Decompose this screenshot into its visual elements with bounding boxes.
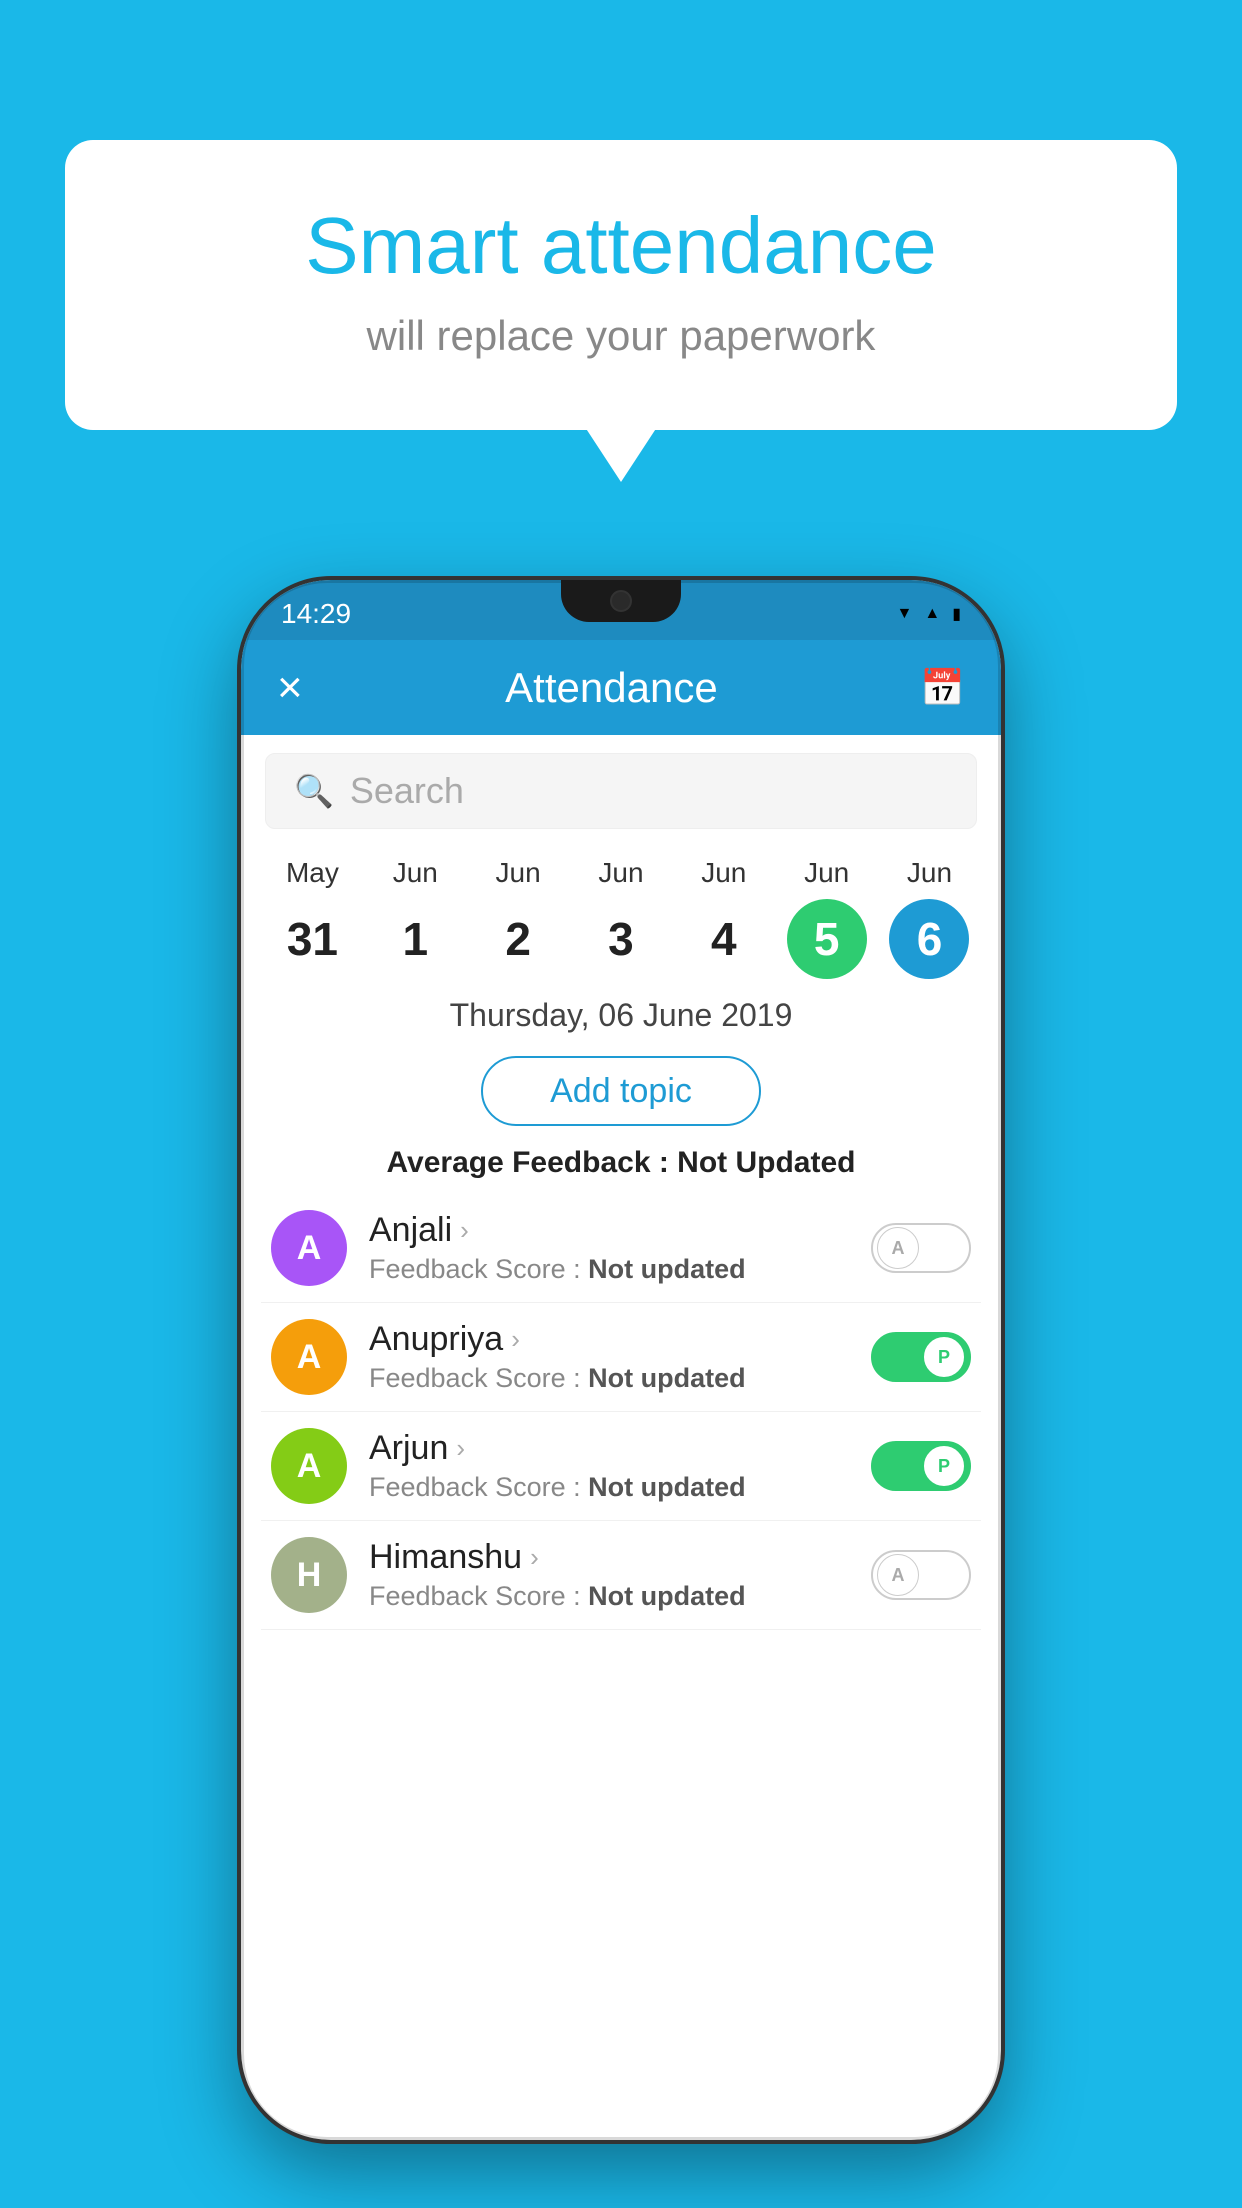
student-avatar: H xyxy=(271,1537,347,1613)
student-avatar: A xyxy=(271,1428,347,1504)
student-avatar: A xyxy=(271,1210,347,1286)
student-feedback: Feedback Score : Not updated xyxy=(369,1472,871,1503)
calendar-day-2[interactable]: Jun 2 xyxy=(474,857,562,979)
bubble-subtitle: will replace your paperwork xyxy=(135,312,1107,360)
toggle-thumb: P xyxy=(923,1445,965,1487)
toggle-switch[interactable]: A xyxy=(871,1223,971,1273)
calendar-day-4[interactable]: Jun 4 xyxy=(680,857,768,979)
cal-date-number[interactable]: 31 xyxy=(272,899,352,979)
student-feedback: Feedback Score : Not updated xyxy=(369,1254,871,1285)
student-item-3[interactable]: H Himanshu › Feedback Score : Not updatedA xyxy=(261,1521,981,1630)
attendance-toggle[interactable]: P xyxy=(871,1332,971,1382)
calendar-icon[interactable]: 📅 xyxy=(920,667,965,709)
toggle-switch[interactable]: A xyxy=(871,1550,971,1600)
camera-cutout xyxy=(610,590,632,612)
phone-outer: 14:29 ▼ ▲ ▮ × Attendance 📅 🔍 Search Ma xyxy=(241,580,1001,2140)
avg-feedback-value: Not Updated xyxy=(677,1146,855,1179)
student-name[interactable]: Himanshu › xyxy=(369,1538,871,1577)
calendar-day-1[interactable]: Jun 1 xyxy=(371,857,459,979)
selected-date-label: Thursday, 06 June 2019 xyxy=(241,979,1001,1044)
student-info: Anupriya › Feedback Score : Not updated xyxy=(369,1320,871,1394)
toggle-thumb: A xyxy=(877,1227,919,1269)
speech-bubble: Smart attendance will replace your paper… xyxy=(65,140,1177,430)
student-list: AAnjali ›Feedback Score : Not updatedAAA… xyxy=(241,1194,1001,1630)
cal-month-label: Jun xyxy=(598,857,643,889)
speech-bubble-container: Smart attendance will replace your paper… xyxy=(65,140,1177,430)
student-item-0[interactable]: AAnjali ›Feedback Score : Not updatedA xyxy=(261,1194,981,1303)
phone-screen: 14:29 ▼ ▲ ▮ × Attendance 📅 🔍 Search Ma xyxy=(241,580,1001,2140)
chevron-right-icon: › xyxy=(456,1433,465,1464)
toggle-thumb: P xyxy=(923,1336,965,1378)
cal-date-number[interactable]: 2 xyxy=(478,899,558,979)
toggle-thumb: A xyxy=(877,1554,919,1596)
student-feedback: Feedback Score : Not updated xyxy=(369,1581,871,1612)
close-button[interactable]: × xyxy=(277,663,303,713)
battery-icon: ▮ xyxy=(952,604,961,624)
attendance-toggle[interactable]: A xyxy=(871,1223,971,1273)
calendar-day-3[interactable]: Jun 3 xyxy=(577,857,665,979)
student-item-2[interactable]: A Arjun › Feedback Score : Not updated P xyxy=(261,1412,981,1521)
calendar-day-0[interactable]: May 31 xyxy=(268,857,356,979)
student-item-1[interactable]: A Anupriya › Feedback Score : Not updated P xyxy=(261,1303,981,1412)
signal-icon: ▲ xyxy=(924,605,940,623)
chevron-right-icon: › xyxy=(511,1324,520,1355)
phone-mockup: 14:29 ▼ ▲ ▮ × Attendance 📅 🔍 Search Ma xyxy=(241,580,1001,2140)
search-bar[interactable]: 🔍 Search xyxy=(265,753,977,829)
cal-month-label: Jun xyxy=(496,857,541,889)
wifi-icon: ▼ xyxy=(897,605,913,623)
bubble-title: Smart attendance xyxy=(135,200,1107,292)
status-icons: ▼ ▲ ▮ xyxy=(897,604,962,624)
student-feedback: Feedback Score : Not updated xyxy=(369,1363,871,1394)
cal-date-number[interactable]: 1 xyxy=(375,899,455,979)
student-info: Arjun › Feedback Score : Not updated xyxy=(369,1429,871,1503)
student-info: Anjali › Feedback Score : Not updated xyxy=(369,1211,871,1285)
student-name[interactable]: Anupriya › xyxy=(369,1320,871,1359)
attendance-toggle[interactable]: P xyxy=(871,1441,971,1491)
chevron-right-icon: › xyxy=(460,1215,469,1246)
avg-feedback-label: Average Feedback : xyxy=(386,1146,677,1179)
student-name[interactable]: Arjun › xyxy=(369,1429,871,1468)
calendar-day-5[interactable]: Jun 5 xyxy=(783,857,871,979)
phone-notch xyxy=(561,580,681,622)
header-title: Attendance xyxy=(505,664,718,712)
cal-month-label: Jun xyxy=(393,857,438,889)
cal-date-number[interactable]: 6 xyxy=(889,899,969,979)
attendance-toggle[interactable]: A xyxy=(871,1550,971,1600)
cal-month-label: Jun xyxy=(907,857,952,889)
cal-month-label: Jun xyxy=(804,857,849,889)
toggle-switch[interactable]: P xyxy=(871,1441,971,1491)
cal-date-number[interactable]: 3 xyxy=(581,899,661,979)
cal-month-label: May xyxy=(286,857,339,889)
app-header: × Attendance 📅 xyxy=(241,640,1001,735)
student-avatar: A xyxy=(271,1319,347,1395)
toggle-switch[interactable]: P xyxy=(871,1332,971,1382)
search-icon: 🔍 xyxy=(294,772,334,810)
student-info: Himanshu › Feedback Score : Not updated xyxy=(369,1538,871,1612)
cal-date-number[interactable]: 5 xyxy=(787,899,867,979)
status-time: 14:29 xyxy=(281,598,351,630)
student-name[interactable]: Anjali › xyxy=(369,1211,871,1250)
average-feedback: Average Feedback : Not Updated xyxy=(241,1138,1001,1194)
add-topic-button[interactable]: Add topic xyxy=(481,1056,761,1126)
calendar-day-6[interactable]: Jun 6 xyxy=(885,857,973,979)
cal-month-label: Jun xyxy=(701,857,746,889)
search-placeholder: Search xyxy=(350,770,464,812)
cal-date-number[interactable]: 4 xyxy=(684,899,764,979)
calendar-strip: May 31 Jun 1 Jun 2 Jun 3 Jun 4 Jun 5 Jun 6 xyxy=(241,847,1001,979)
chevron-right-icon: › xyxy=(530,1542,539,1573)
